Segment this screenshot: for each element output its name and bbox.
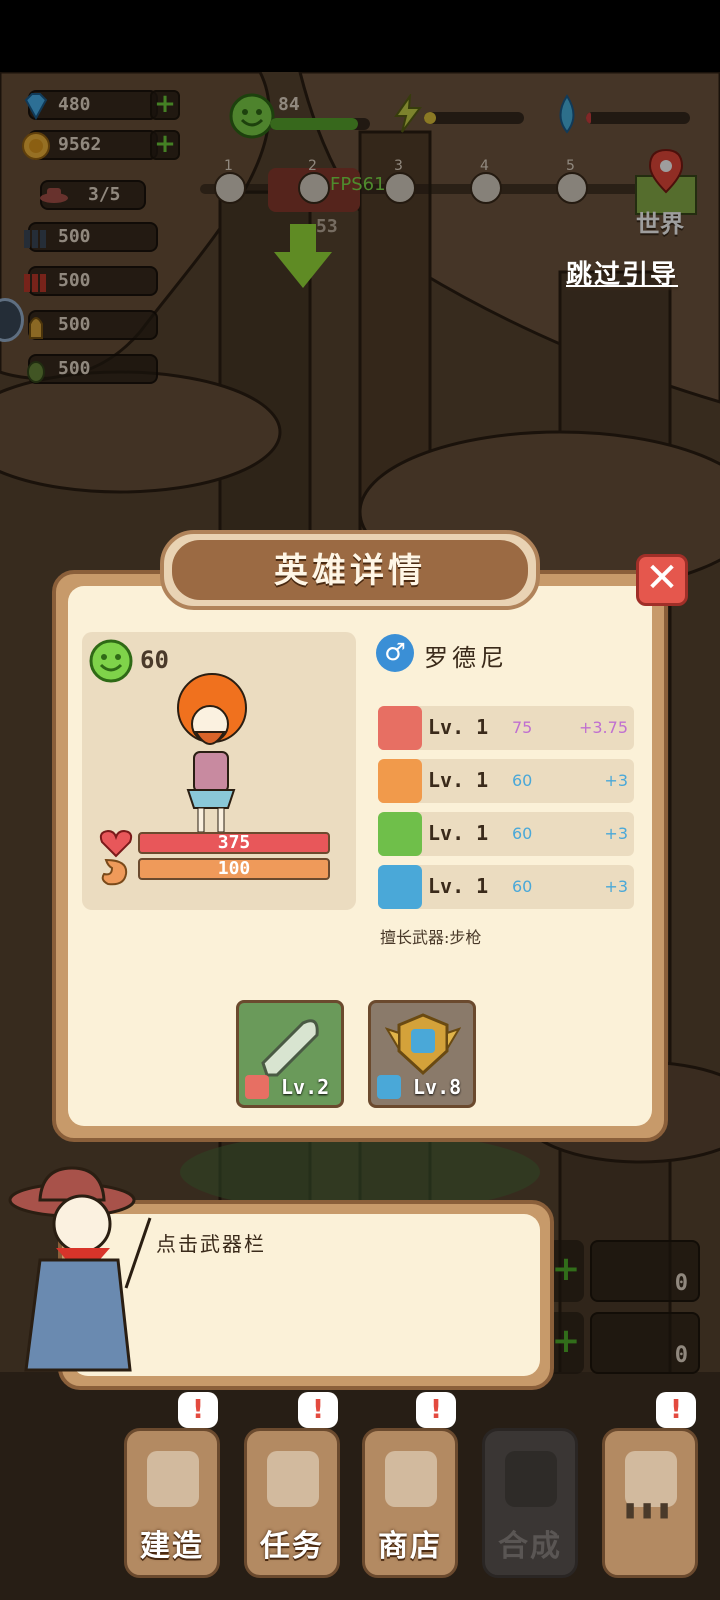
alert-badge: ! [178,1392,218,1428]
stomach-icon [101,858,128,886]
scroll-icon [267,1451,319,1507]
sword-icon [378,706,422,750]
coins-icon [385,1451,437,1507]
nav-label: 建造 [140,1529,204,1564]
sword-mini-icon [245,1075,269,1099]
nav-button-5[interactable]: ▮▮▮ [602,1428,698,1578]
lock-icon [505,1451,557,1507]
badge-slot-level: Lv.8 [413,1075,462,1099]
dialog-title-plate: 英雄详情 [160,530,540,610]
skill-level: Lv. 1 [428,821,489,845]
skill-value: 60 [512,771,533,790]
winged-badge-icon [385,1013,461,1076]
skill-level: Lv. 1 [428,768,489,792]
muscle-icon [378,759,422,803]
lightbulb-icon [378,812,422,856]
heart-icon [99,829,133,858]
skill-value: 60 [512,877,533,896]
nav-label: 合成 [498,1529,562,1564]
skill-bonus: +3 [604,824,628,843]
close-button[interactable]: ✕ [636,554,688,606]
guide-character [8,1166,152,1372]
more-dots-icon: ▮▮▮ [624,1497,676,1521]
weapon-preference: 擅长武器:步枪 [380,928,482,947]
hunger-bar: 100 [138,858,330,880]
skill-level: Lv. 1 [428,874,489,898]
nav-button-2[interactable]: 任务 [244,1428,340,1578]
skill-value: 75 [512,718,533,737]
male-gender-icon: ♂ [376,634,414,672]
brain-icon [378,865,422,909]
weapon-slot-level: Lv.2 [281,1075,330,1099]
bullet-icon [261,1019,319,1077]
skill-row: Lv. 1 60 +3 [378,759,634,803]
skill-row: Lv. 1 60 +3 [378,812,634,856]
nav-label: 商店 [378,1529,442,1564]
hero-name: 罗德尼 [424,644,508,672]
mood-face-icon [89,639,133,683]
badge-slot[interactable]: Lv.8 [368,1000,476,1108]
weapon-slot[interactable]: Lv.2 [236,1000,344,1108]
alert-badge: ! [656,1392,696,1428]
skill-row: Lv. 1 75 +3.75 [378,706,634,750]
tutorial-text: 点击武器栏 [156,1232,266,1256]
skill-row: Lv. 1 60 +3 [378,865,634,909]
nav-button-1[interactable]: 建造 [124,1428,220,1578]
nav-label: 任务 [260,1529,324,1564]
skill-bonus: +3 [604,771,628,790]
skip-guide-link[interactable]: 跳过引导 [566,254,678,291]
skill-level: Lv. 1 [428,715,489,739]
status-bar [0,0,720,72]
hero-portrait-panel: 60 375 100 [82,632,356,910]
alert-badge: ! [416,1392,456,1428]
shovel-icon [147,1451,199,1507]
health-bar: 375 [138,832,330,854]
skill-bonus: +3.75 [578,718,628,737]
dialog-title: 英雄详情 [172,540,528,600]
brain-mini-icon [377,1075,401,1099]
hero-mood-value: 60 [140,646,169,674]
skill-bonus: +3 [604,877,628,896]
alert-badge: ! [298,1392,338,1428]
nav-button-4[interactable]: 合成 [482,1428,578,1578]
hero-avatar [177,673,247,833]
skill-value: 60 [512,824,533,843]
nav-button-3[interactable]: 商店 [362,1428,458,1578]
